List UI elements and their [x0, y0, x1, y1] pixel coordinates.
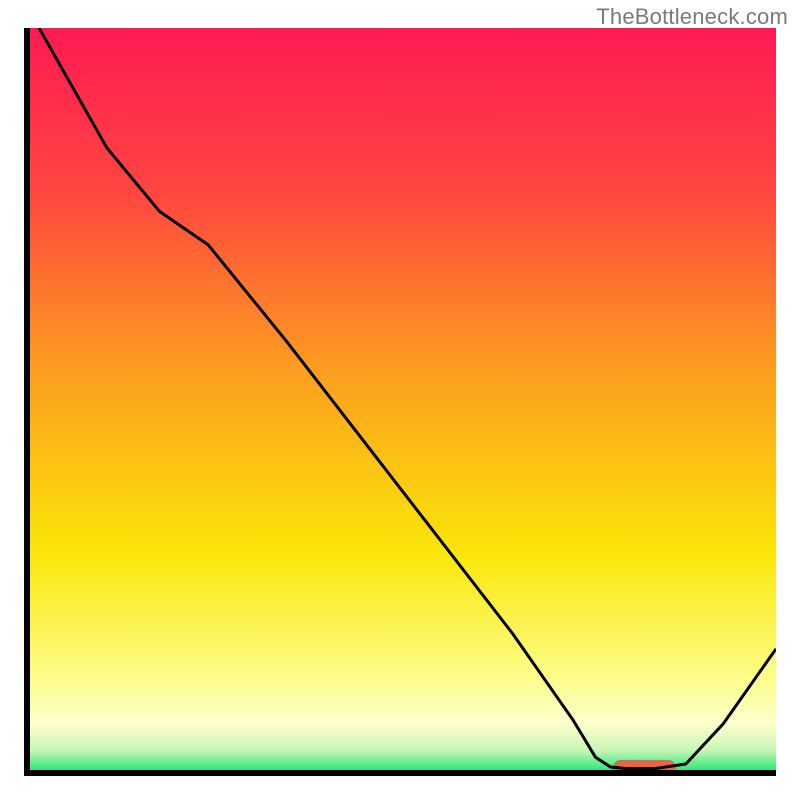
bottleneck-chart: [24, 28, 776, 776]
watermark-text: TheBottleneck.com: [596, 4, 788, 30]
chart-root: TheBottleneck.com: [0, 0, 800, 800]
gradient-background: [24, 28, 776, 776]
plot-frame: [24, 28, 776, 776]
